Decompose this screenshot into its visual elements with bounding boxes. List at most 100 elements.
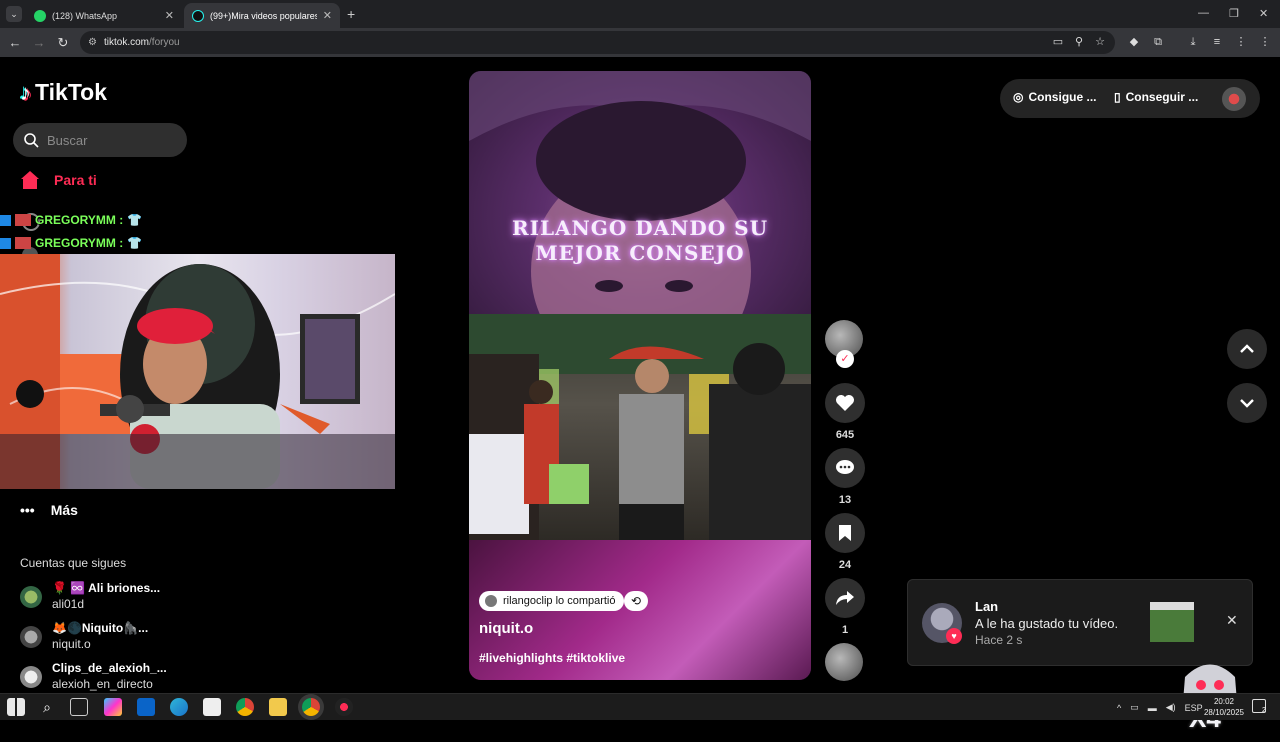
music-disc-avatar[interactable] <box>825 643 863 681</box>
tab-search-button[interactable]: ⌄ <box>6 6 22 22</box>
avatar <box>20 666 42 688</box>
copilot-icon[interactable] <box>104 698 122 716</box>
app-icon[interactable] <box>335 698 353 716</box>
whatsapp-icon <box>34 9 46 22</box>
tab-title: (99+)Mira videos populares sel <box>210 10 317 21</box>
bookmark-icon <box>839 525 851 541</box>
edge-icon[interactable] <box>170 698 188 716</box>
like-notification[interactable]: ♥ Lan A le ha gustado tu vídeo. Hace 2 s… <box>907 579 1253 666</box>
top-right-actions: ◎ Consigue ... ▯ Conseguir ... <box>1000 79 1260 118</box>
close-window-icon[interactable]: ✕ <box>1259 7 1268 20</box>
chevron-down-icon <box>1240 399 1254 408</box>
tab-whatsapp[interactable]: (128) WhatsApp ✕ <box>26 3 182 28</box>
video-thumbnail <box>1150 602 1194 642</box>
brand-name: TikTok <box>35 79 107 105</box>
follow-check-icon[interactable]: ✓ <box>836 350 854 368</box>
comment-button[interactable] <box>825 448 865 488</box>
like-count: 645 <box>835 429 855 441</box>
outlook-icon[interactable] <box>137 698 155 716</box>
following-account[interactable]: Clips_de_alexioh_... alexioh_en_directo <box>20 661 190 695</box>
tshirt-emote-icon: 👕 <box>127 213 143 227</box>
repost-icon[interactable]: ⟲ <box>624 591 648 611</box>
following-section-title: Cuentas que sigues <box>20 556 127 570</box>
nav-for-you[interactable]: Para ti <box>20 170 97 190</box>
account-name: 🦊🌑Niquito🦍... <box>52 621 149 635</box>
chat-avatar-icon <box>15 214 31 226</box>
extension-icon[interactable]: ◆ <box>1126 34 1142 50</box>
phone-icon: ▯ <box>1114 90 1121 104</box>
clock[interactable]: 20:02 28/10/2025 <box>1200 696 1248 718</box>
shared-by-pill[interactable]: rilangoclip lo compartió <box>479 591 624 611</box>
close-tab-icon[interactable]: ✕ <box>165 9 174 22</box>
profile-icon[interactable]: ⋮ <box>1233 34 1249 50</box>
nav-for-you-label: Para ti <box>54 172 97 188</box>
tiktok-logo[interactable]: ♪ TikTok <box>20 79 107 106</box>
cast-icon[interactable]: ▭ <box>1050 34 1066 50</box>
minimize-icon[interactable]: — <box>1198 7 1209 19</box>
heart-badge-icon: ♥ <box>946 628 962 644</box>
video-middle-image <box>469 314 811 540</box>
chrome-active-icon[interactable] <box>302 698 320 716</box>
video-top-image <box>469 71 811 381</box>
task-view-icon[interactable] <box>70 698 88 716</box>
next-video-button[interactable] <box>1227 383 1267 423</box>
chevron-up-icon[interactable]: ^ <box>1117 703 1121 713</box>
more-dots-icon: ••• <box>20 502 35 518</box>
address-path: /foryou <box>149 37 180 48</box>
zoom-icon[interactable]: ⚲ <box>1071 34 1087 50</box>
chrome-icon[interactable] <box>236 698 254 716</box>
file-explorer-icon[interactable] <box>269 698 287 716</box>
chat-badge-icon <box>0 214 11 226</box>
get-coins-button[interactable]: ◎ Consigue ... <box>1013 90 1097 104</box>
following-account[interactable]: 🦊🌑Niquito🦍... niquit.o <box>20 621 190 655</box>
network-icon[interactable]: ▭ <box>1130 702 1139 713</box>
windows-taskbar: ⌕ ^ ▭ ▬ ◀) ESP 20:02 28/10/2025 2 <box>0 693 1280 720</box>
coin-icon: ◎ <box>1013 90 1024 104</box>
restore-icon[interactable]: ❐ <box>1229 7 1239 20</box>
browser-toolbar: ← → ↻ ⚙ tiktok.com/foryou ▭ ⚲ ☆ ◆ ⧉ ⤓ ≡ … <box>0 28 1280 57</box>
chat-user: GREGORYMM : <box>35 236 124 250</box>
close-icon[interactable]: ✕ <box>1226 612 1238 629</box>
clock-time: 20:02 <box>1213 697 1235 706</box>
nav-more[interactable]: ••• Más <box>20 502 78 518</box>
account-handle: niquit.o <box>52 637 91 651</box>
video-hashtags[interactable]: #livehighlights #tiktoklive <box>479 651 625 665</box>
download-icon[interactable]: ⤓ <box>1185 34 1201 50</box>
menu-icon[interactable]: ⋮ <box>1257 34 1273 50</box>
streamer-webcam <box>0 254 395 489</box>
search-input[interactable]: Buscar <box>13 123 187 157</box>
volume-icon[interactable]: ◀) <box>1166 702 1176 713</box>
close-tab-icon[interactable]: ✕ <box>323 9 332 22</box>
video-author[interactable]: niquit.o <box>479 620 533 637</box>
battery-icon[interactable]: ▬ <box>1148 703 1157 713</box>
profile-avatar[interactable] <box>1222 87 1246 111</box>
share-button[interactable] <box>825 578 865 618</box>
system-tray: ^ ▭ ▬ ◀) ESP <box>1117 694 1203 721</box>
address-bar[interactable]: ⚙ tiktok.com/foryou <box>80 31 1115 54</box>
start-icon[interactable] <box>7 698 25 716</box>
tiktok-favicon-icon <box>192 9 204 22</box>
webcam-image <box>0 254 395 489</box>
new-tab-button[interactable]: + <box>347 6 355 22</box>
bookmark-star-icon[interactable]: ☆ <box>1092 34 1108 50</box>
previous-video-button[interactable] <box>1227 329 1267 369</box>
following-account[interactable]: 🌹 ♾️ Ali briones... ali01d <box>20 581 190 615</box>
store-icon[interactable] <box>203 698 221 716</box>
nav-more-label: Más <box>50 502 78 518</box>
tiktok-page: ♪ TikTok Buscar Para ti GREGORYMM : 👕 GR… <box>0 57 1280 733</box>
back-icon[interactable]: ← <box>5 33 25 53</box>
media-icon[interactable]: ≡ <box>1209 34 1225 50</box>
search-taskbar-icon[interactable]: ⌕ <box>38 698 56 716</box>
like-button[interactable] <box>825 383 865 423</box>
tab-title: (128) WhatsApp <box>52 10 118 21</box>
puzzle-icon[interactable]: ⧉ <box>1150 34 1166 50</box>
tab-tiktok[interactable]: (99+)Mira videos populares sel ✕ <box>184 3 340 28</box>
get-app-button[interactable]: ▯ Conseguir ... <box>1114 90 1198 104</box>
site-info-icon[interactable]: ⚙ <box>88 31 97 54</box>
account-name: Clips_de_alexioh_... <box>52 661 167 675</box>
video-player[interactable]: RILANGO DANDO SU MEJOR CONSEJO rilangocl… <box>469 71 811 680</box>
reload-icon[interactable]: ↻ <box>53 33 73 53</box>
forward-icon[interactable]: → <box>29 33 49 53</box>
save-button[interactable] <box>825 513 865 553</box>
share-icon <box>836 591 854 605</box>
